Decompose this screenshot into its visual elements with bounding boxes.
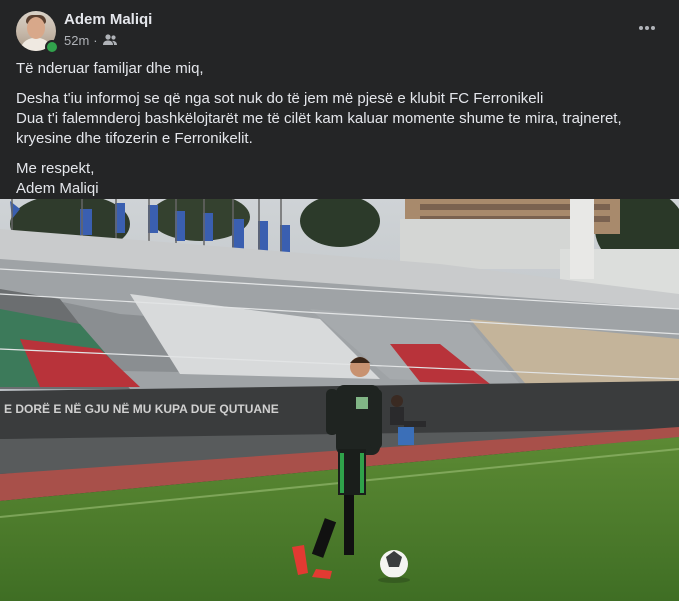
banner-text: E DORË E NË GJU NË MU KUPA DUE QUTUANE bbox=[4, 401, 279, 416]
author-name[interactable]: Adem Maliqi bbox=[64, 11, 152, 28]
post-photo[interactable]: E DORË E NË GJU NË MU KUPA DUE QUTUANE bbox=[0, 199, 679, 601]
post-meta: 52m · bbox=[64, 32, 117, 48]
post-greeting: Të nderuar familjar dhe miq, bbox=[16, 60, 204, 77]
post-timestamp[interactable]: 52m bbox=[64, 33, 89, 48]
friends-icon[interactable] bbox=[102, 34, 117, 46]
post-header: Adem Maliqi 52m · bbox=[0, 0, 679, 54]
post-signature: Adem Maliqi bbox=[16, 180, 99, 197]
post-line-1: Desha t'iu informoj se që nga sot nuk do… bbox=[16, 90, 544, 107]
online-status-indicator bbox=[45, 40, 59, 54]
author-avatar[interactable] bbox=[16, 11, 59, 54]
more-options-button[interactable] bbox=[629, 14, 665, 42]
post-signoff: Me respekt, bbox=[16, 160, 95, 177]
post-line-2: Dua t'i falemnderoj bashkëlojtarët me të… bbox=[16, 110, 622, 147]
meta-separator: · bbox=[93, 32, 98, 48]
post-message: Të nderuar familjar dhe miq, Desha t'iu … bbox=[16, 59, 666, 199]
more-horizontal-icon bbox=[639, 26, 655, 30]
